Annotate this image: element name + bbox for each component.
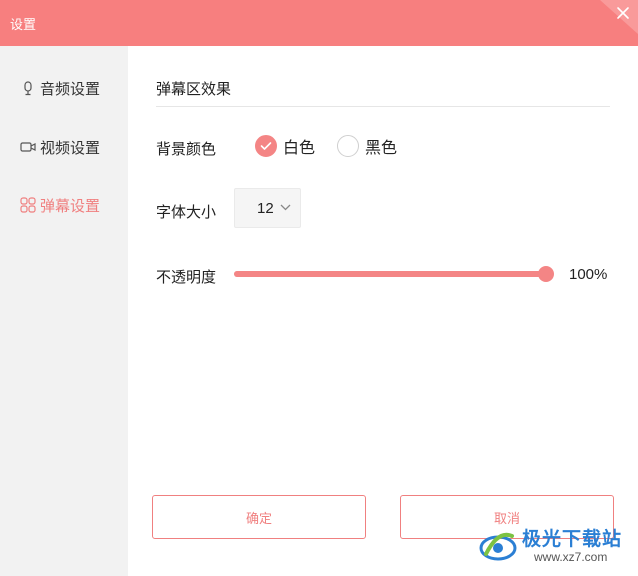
chevron-down-icon (280, 204, 291, 211)
close-icon (617, 7, 629, 19)
opacity-slider-fill (234, 271, 546, 277)
microphone-icon (20, 80, 36, 96)
opacity-value: 100% (569, 266, 608, 283)
sidebar: 音频设置 视频设置 弹幕设置 (0, 46, 128, 576)
background-color-label: 背景颜色 (156, 141, 217, 158)
sidebar-item-video[interactable]: 视频设置 (0, 130, 128, 164)
watermark-url: www.xz7.com (534, 550, 608, 564)
check-icon (260, 142, 272, 150)
grid-icon (20, 197, 36, 213)
sidebar-item-audio[interactable]: 音频设置 (0, 71, 128, 105)
ok-button[interactable]: 确定 (152, 495, 366, 539)
radio-white-label: 白色 (283, 140, 316, 157)
radio-checked-circle (255, 135, 277, 157)
divider (156, 106, 610, 107)
opacity-slider[interactable] (234, 266, 554, 282)
close-button[interactable] (600, 0, 638, 34)
font-size-value: 12 (257, 199, 274, 217)
settings-window: 设置 音频设置 视频设置 弹幕设置 弹幕区效果 背景颜色 白色 黑色 字体大小 … (0, 0, 638, 576)
font-size-label: 字体大小 (156, 204, 217, 221)
radio-unchecked-circle (337, 135, 359, 157)
font-size-select[interactable]: 12 (234, 188, 301, 228)
sidebar-item-label: 音频设置 (40, 80, 101, 98)
sidebar-item-label: 弹幕设置 (40, 197, 101, 215)
watermark: 极光下载站 www.xz7.com (478, 520, 638, 576)
radio-black-label: 黑色 (365, 140, 398, 157)
watermark-logo-icon (479, 532, 517, 561)
watermark-name: 极光下载站 (522, 529, 623, 550)
camera-icon (20, 139, 36, 155)
main-panel: 弹幕区效果 背景颜色 白色 黑色 字体大小 12 不透明度 100% 确定 取消 (128, 46, 638, 576)
radio-white[interactable]: 白色 (255, 134, 315, 158)
section-title: 弹幕区效果 (156, 81, 232, 98)
opacity-slider-thumb[interactable] (538, 266, 554, 282)
window-title: 设置 (10, 17, 37, 32)
opacity-label: 不透明度 (156, 269, 217, 286)
sidebar-item-danmu[interactable]: 弹幕设置 (0, 188, 128, 222)
sidebar-item-label: 视频设置 (40, 139, 101, 157)
radio-black[interactable]: 黑色 (337, 134, 397, 158)
title-bar: 设置 (0, 0, 638, 46)
